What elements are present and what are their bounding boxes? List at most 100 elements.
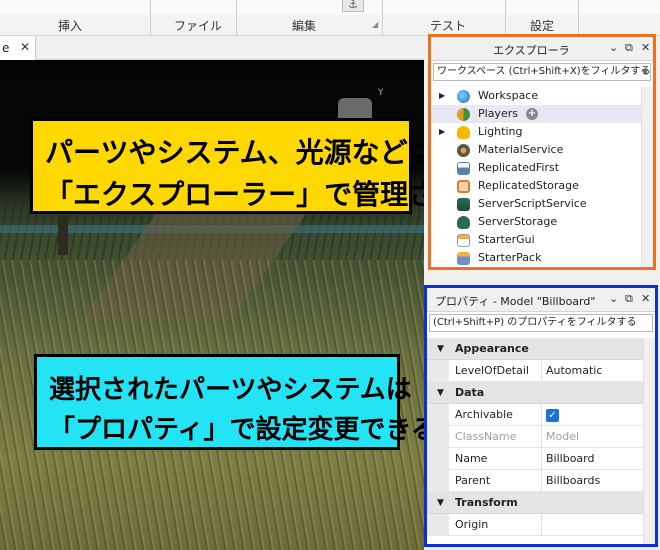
section-label: Data (455, 386, 485, 399)
ribbon-top-strip (0, 0, 660, 15)
tree-item-replicatedstorage[interactable]: ReplicatedStorage (431, 177, 653, 195)
ribbon-group-edit[interactable]: 編集 (292, 17, 316, 34)
ribbon-group-file[interactable]: ファイル (174, 17, 222, 34)
ribbon-group-test[interactable]: テスト (430, 17, 466, 34)
property-row-archivable[interactable]: Archivable ✓ (427, 404, 655, 426)
tree-item-label: Players (478, 107, 518, 120)
property-name: Name (455, 452, 488, 465)
explorer-filter-input[interactable]: ワークスペース (Ctrl+Shift+X)をフィルタする ▼ (433, 63, 651, 81)
axis-label: Y (378, 88, 384, 98)
property-name: LevelOfDetail (455, 364, 529, 377)
document-tab[interactable]: e ✕ (0, 36, 36, 60)
tree-item-label: StarterPack (478, 251, 542, 264)
property-value[interactable] (541, 514, 647, 536)
dropdown-arrow-icon[interactable]: ▼ (642, 64, 648, 80)
ribbon-separator (382, 0, 383, 36)
ribbon-group-insert[interactable]: 挿入 (58, 17, 82, 34)
section-label: Appearance (455, 342, 529, 355)
property-value[interactable]: ✓ (541, 404, 647, 426)
tree-item-workspace[interactable]: ▶ Workspace (431, 87, 653, 105)
property-row-origin[interactable]: Origin (427, 514, 655, 536)
server-script-service-icon (457, 198, 470, 211)
callout-properties: 選択されたパーツやシステムは 「プロパティ」で設定変更できる (34, 354, 437, 450)
document-tab-label: e (2, 41, 10, 55)
tree-item-label: ReplicatedStorage (478, 179, 579, 192)
callout-properties-line2: 「プロパティ」で設定変更できる (49, 415, 437, 445)
collapse-arrow-icon[interactable]: ▼ (437, 492, 444, 514)
players-icon (457, 108, 470, 121)
close-icon[interactable]: ✕ (641, 41, 650, 54)
property-row-levelofdetail[interactable]: LevelOfDetail Automatic (427, 360, 655, 382)
undock-icon[interactable]: ⧉ (625, 41, 633, 55)
callout-explorer: パーツやシステム、光源などは 「エクスプローラー」で管理される (30, 118, 492, 214)
property-row-name[interactable]: Name Billboard (427, 448, 655, 470)
collapse-arrow-icon[interactable]: ▼ (437, 338, 444, 360)
properties-grid: ▼ Appearance LevelOfDetail Automatic ▼ D… (427, 338, 655, 536)
anchor-icon[interactable]: ⚓ (342, 0, 364, 12)
explorer-panel: エクスプローラ ⌄ ⧉ ✕ ワークスペース (Ctrl+Shift+X)をフィル… (428, 34, 656, 270)
ribbon-group-settings[interactable]: 設定 (530, 17, 554, 34)
property-name: Parent (455, 474, 491, 487)
tree-item-replicatedfirst[interactable]: ReplicatedFirst (431, 159, 653, 177)
tree-item-label: StarterGui (478, 233, 535, 246)
close-icon[interactable]: ✕ (20, 40, 30, 54)
group-launcher-icon[interactable]: ◢ (372, 20, 378, 29)
tree-item-lighting[interactable]: ▶ Lighting (431, 123, 653, 141)
ribbon-separator (150, 0, 151, 36)
expand-arrow-icon[interactable]: ▶ (439, 123, 445, 141)
document-tab-strip: e ✕ (0, 36, 424, 60)
property-value: Model (541, 426, 647, 448)
property-row-classname[interactable]: ClassName Model (427, 426, 655, 448)
row-gutter (427, 360, 449, 382)
tree-item-serverstorage[interactable]: ServerStorage (431, 213, 653, 231)
section-transform[interactable]: ▼ Transform (427, 492, 655, 514)
tree-item-serverscriptservice[interactable]: ServerScriptService (431, 195, 653, 213)
properties-scrollbar[interactable] (643, 338, 655, 544)
callout-explorer-line1: パーツやシステム、光源などは (45, 136, 436, 169)
tree-item-materialservice[interactable]: MaterialService (431, 141, 653, 159)
properties-filter-input[interactable]: (Ctrl+Shift+P) のプロパティをフィルタする (429, 314, 653, 332)
property-value[interactable]: Billboards (541, 470, 647, 492)
tree-item-startergui[interactable]: StarterGui (431, 231, 653, 249)
explorer-title-bar: エクスプローラ ⌄ ⧉ ✕ (431, 37, 653, 61)
tree-item-starterpack[interactable]: StarterPack (431, 249, 653, 267)
explorer-tree: ▶ Workspace Players + ▶ Lighting Materia… (431, 87, 653, 267)
replicated-first-icon (457, 162, 470, 175)
row-gutter (427, 448, 449, 470)
row-gutter (427, 404, 449, 426)
expand-arrow-icon[interactable]: ▶ (439, 87, 445, 105)
explorer-scrollbar[interactable] (641, 87, 653, 267)
tree-item-players[interactable]: Players + (431, 105, 653, 123)
add-object-icon[interactable]: + (526, 108, 538, 120)
close-icon[interactable]: ✕ (641, 292, 650, 305)
section-data[interactable]: ▼ Data (427, 382, 655, 404)
undock-icon[interactable]: ⧉ (625, 292, 633, 306)
property-row-parent[interactable]: Parent Billboards (427, 470, 655, 492)
callout-properties-line1: 選択されたパーツやシステムは (49, 375, 412, 405)
properties-panel: プロパティ - Model "Billboard" ⌄ ⧉ ✕ (Ctrl+Sh… (424, 285, 658, 547)
row-gutter (427, 514, 449, 536)
row-gutter (427, 470, 449, 492)
starter-gui-icon (457, 234, 470, 247)
chevron-down-icon[interactable]: ⌄ (609, 292, 618, 305)
property-value[interactable]: Automatic (541, 360, 647, 382)
chevron-down-icon[interactable]: ⌄ (609, 41, 618, 54)
server-storage-icon (457, 216, 470, 229)
checkbox-checked-icon[interactable]: ✓ (546, 409, 559, 422)
ribbon-separator (505, 0, 506, 36)
ribbon-separator (236, 0, 237, 36)
replicated-storage-icon (457, 180, 470, 193)
property-value[interactable]: Billboard (541, 448, 647, 470)
material-service-icon (457, 144, 470, 157)
tree-item-label: MaterialService (478, 143, 564, 156)
section-label: Transform (455, 496, 518, 509)
property-name: Archivable (455, 408, 513, 421)
globe-icon (457, 90, 470, 103)
viewport-post (58, 215, 68, 255)
section-appearance[interactable]: ▼ Appearance (427, 338, 655, 360)
property-name: ClassName (455, 430, 517, 443)
explorer-filter-text: ワークスペース (Ctrl+Shift+X)をフィルタする (437, 66, 651, 77)
tree-item-label: ReplicatedFirst (478, 161, 560, 174)
collapse-arrow-icon[interactable]: ▼ (437, 382, 444, 404)
properties-title: プロパティ - Model "Billboard" (435, 295, 596, 308)
